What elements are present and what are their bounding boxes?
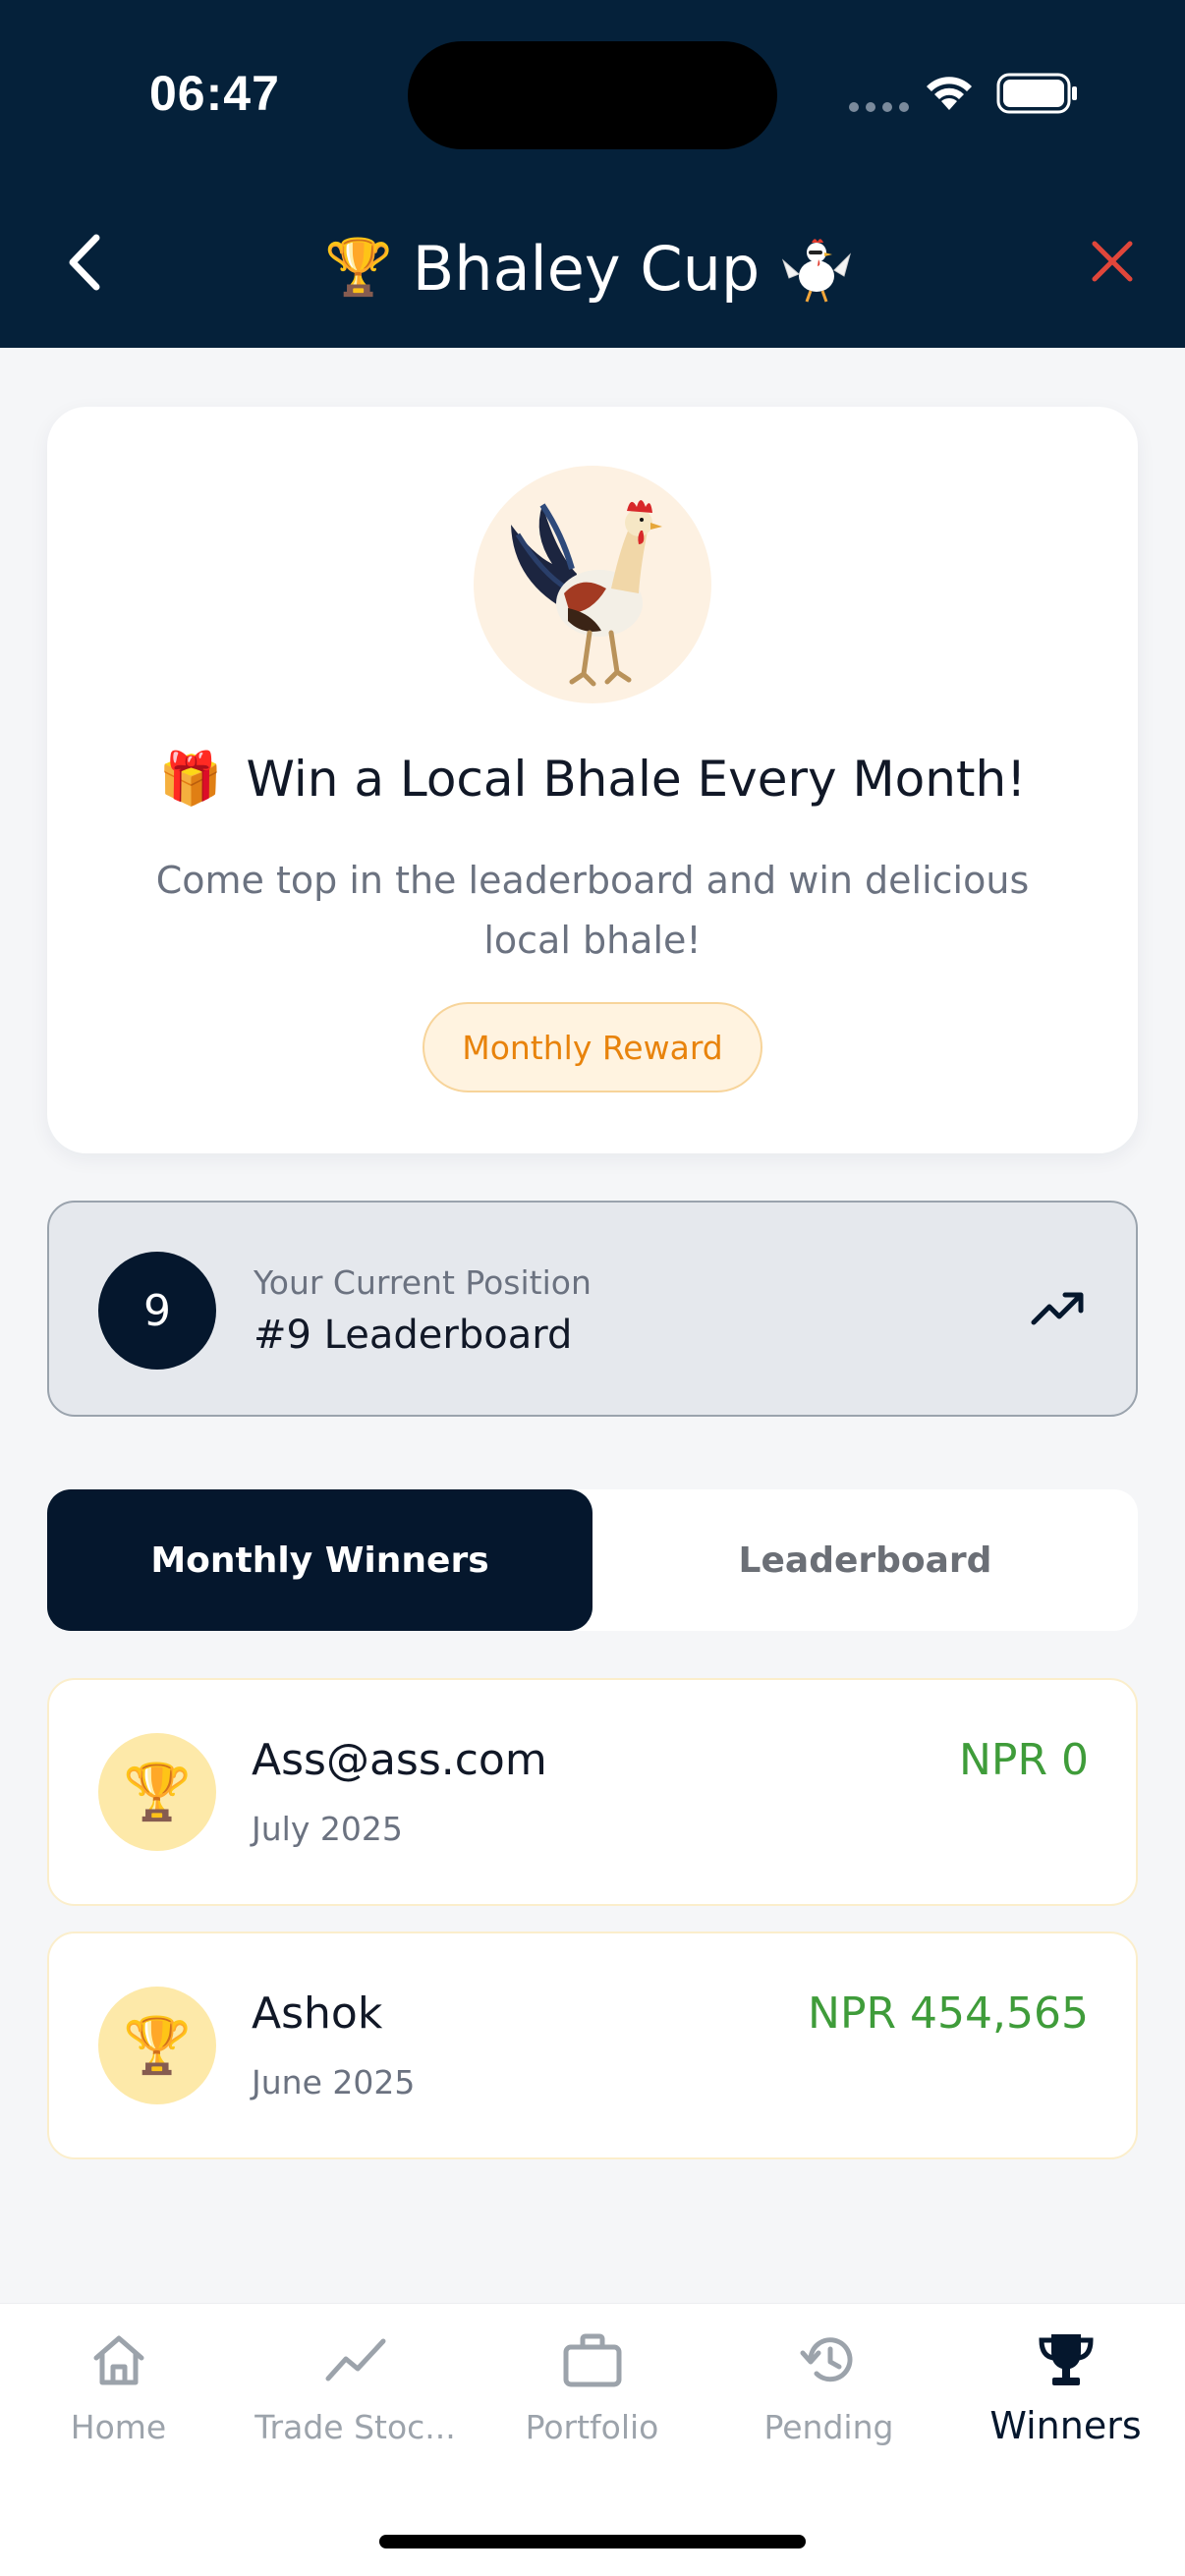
battery-icon <box>996 73 1077 114</box>
winner-list-item[interactable]: 🏆 Ass@ass.com July 2025 NPR 0 <box>47 1678 1138 1906</box>
page-title-group: 🏆 Bhaley Cup <box>324 224 875 312</box>
trophy-icon: 🏆 <box>98 1733 216 1851</box>
winner-name: Ashok <box>252 1988 383 2039</box>
hero-subtitle: Come top in the leaderboard and win deli… <box>155 859 1030 962</box>
winner-month: June 2025 <box>252 2063 416 2101</box>
nav-trade-label: Trade Stoc... <box>254 2408 456 2446</box>
monthly-reward-badge: Monthly Reward <box>423 1002 762 1092</box>
rank-badge: 9 <box>98 1252 216 1370</box>
winner-amount: NPR 0 <box>959 1735 1089 1785</box>
winner-name: Ass@ass.com <box>252 1735 547 1785</box>
hero-title-row: 🎁 Win a Local Bhale Every Month! <box>47 751 1138 808</box>
nav-home[interactable]: Home <box>0 2325 237 2473</box>
close-button[interactable] <box>1083 232 1142 291</box>
winner-list-item[interactable]: 🏆 Ashok June 2025 NPR 454,565 <box>47 1932 1138 2159</box>
nav-home-label: Home <box>70 2408 167 2446</box>
trending-up-icon <box>1031 1292 1084 1325</box>
cellular-signal-icon <box>849 102 909 112</box>
wifi-icon <box>927 77 972 110</box>
home-icon <box>93 2335 143 2385</box>
trophy-icon: 🏆 <box>324 236 393 300</box>
reward-info-card: 🎁 Win a Local Bhale Every Month! Come to… <box>47 407 1138 1153</box>
trend-icon <box>325 2338 385 2381</box>
hero-title: Win a Local Bhale Every Month! <box>246 751 1027 808</box>
close-icon <box>1092 241 1133 282</box>
tab-leaderboard[interactable]: Leaderboard <box>592 1489 1138 1631</box>
gift-icon: 🎁 <box>158 750 223 809</box>
position-value: #9 Leaderboard <box>254 1313 573 1358</box>
page-title: Bhaley Cup <box>412 232 761 305</box>
app-header: 06:47 🏆 Bhaley Cup <box>0 0 1185 348</box>
tab-monthly-winners[interactable]: Monthly Winners <box>47 1489 592 1631</box>
nav-pending-label: Pending <box>763 2408 894 2446</box>
nav-portfolio[interactable]: Portfolio <box>474 2325 710 2473</box>
current-position-card[interactable]: 9 Your Current Position #9 Leaderboard <box>47 1201 1138 1417</box>
back-button[interactable] <box>55 228 114 297</box>
position-label: Your Current Position <box>254 1263 592 1302</box>
chevron-left-icon <box>69 234 100 291</box>
home-indicator[interactable] <box>379 2535 806 2548</box>
trophy-icon <box>1038 2334 1094 2385</box>
nav-pending[interactable]: Pending <box>710 2325 947 2473</box>
rooster-mascot-icon <box>782 239 852 303</box>
nav-winners-label: Winners <box>989 2404 1142 2447</box>
trophy-icon: 🏆 <box>98 1987 216 2104</box>
dynamic-island <box>408 41 777 149</box>
briefcase-icon <box>563 2333 621 2387</box>
winner-amount: NPR 454,565 <box>808 1988 1089 2039</box>
winners-tab-bar: Monthly Winners Leaderboard <box>47 1489 1138 1631</box>
history-icon <box>800 2337 852 2382</box>
nav-trade-stocks[interactable]: Trade Stoc... <box>237 2325 474 2473</box>
status-time: 06:47 <box>149 66 280 121</box>
nav-winners[interactable]: Winners <box>947 2325 1184 2473</box>
winner-month: July 2025 <box>252 1810 403 1848</box>
rooster-image <box>474 466 711 703</box>
nav-portfolio-label: Portfolio <box>525 2408 659 2446</box>
